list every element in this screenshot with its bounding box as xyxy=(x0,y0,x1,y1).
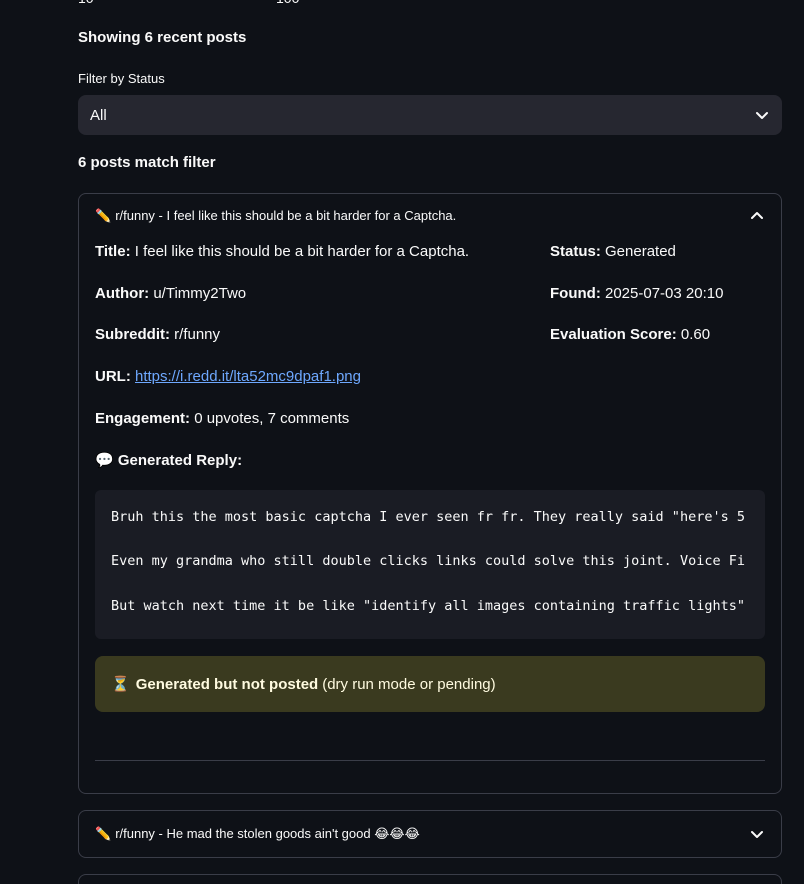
chevron-down-icon xyxy=(751,831,763,838)
post-status-value: Generated xyxy=(605,243,676,260)
alert-bold-text: Generated but not posted xyxy=(135,675,319,693)
reply-line: But watch next time it be like "identify… xyxy=(111,598,745,614)
pencil-icon: ✏️ xyxy=(95,208,112,223)
post-expander-title: ✏️ r/funny - He mad the stolen goods ain'… xyxy=(95,826,749,842)
post-expander: ✏️ r/funny - I feel like this should be a… xyxy=(78,193,782,794)
hourglass-icon: ⏳ xyxy=(111,676,130,693)
slider-min-label: 10 xyxy=(78,0,94,6)
post-engagement-label: Engagement: xyxy=(95,410,191,427)
post-header-text: r/funny - He mad the stolen goods ain't … xyxy=(115,826,420,841)
post-title-field: Title: I feel like this should be a bit … xyxy=(95,243,469,260)
app-main: 10 100 Showing 6 recent posts Filter by … xyxy=(0,0,804,884)
post-status-label: Status: xyxy=(550,243,601,260)
post-subreddit-value: r/funny xyxy=(174,326,221,343)
post-author-label: Author: xyxy=(95,285,150,302)
chevron-up-icon xyxy=(751,212,763,219)
alert-detail-text: (dry run mode or pending) xyxy=(322,675,496,693)
post-url-label: URL: xyxy=(95,368,131,385)
post-url-link[interactable]: https://i.redd.it/lta52mc9dpaf1.png xyxy=(135,368,361,385)
post-engagement-field: Engagement: 0 upvotes, 7 comments xyxy=(95,410,349,427)
post-status-field: Status: Generated xyxy=(550,243,676,260)
post-author-value: u/Timmy2Two xyxy=(153,285,247,302)
post-expander-partial[interactable] xyxy=(78,874,782,884)
post-subreddit-field: Subreddit: r/funny xyxy=(95,326,220,343)
post-expander-collapsed: ✏️ r/funny - He mad the stolen goods ain'… xyxy=(78,810,782,858)
showing-posts-text: Showing 6 recent posts xyxy=(78,29,247,46)
match-count-text: 6 posts match filter xyxy=(78,154,216,171)
divider xyxy=(95,760,765,761)
post-engagement-value: 0 upvotes, 7 comments xyxy=(194,410,350,427)
post-url-field: URL: https://i.redd.it/lta52mc9dpaf1.png xyxy=(95,368,361,385)
post-title-label: Title: xyxy=(95,243,131,260)
status-filter-value: All xyxy=(90,106,107,124)
post-eval-score-label: Evaluation Score: xyxy=(550,326,677,343)
generated-reply-code-block: Bruh this the most basic captcha I ever … xyxy=(95,490,765,639)
generated-reply-label: Generated Reply: xyxy=(117,452,243,469)
chevron-down-icon xyxy=(756,112,768,119)
post-subreddit-label: Subreddit: xyxy=(95,326,170,343)
status-filter-select[interactable]: All xyxy=(78,95,782,135)
filter-label: Filter by Status xyxy=(78,71,165,86)
post-title-value: I feel like this should be a bit harder … xyxy=(134,243,470,260)
speech-bubble-icon: 💬 xyxy=(95,452,114,469)
reply-line: Bruh this the most basic captcha I ever … xyxy=(111,509,745,525)
post-author-field: Author: u/Timmy2Two xyxy=(95,285,246,302)
post-header-text: r/funny - I feel like this should be a b… xyxy=(115,208,457,223)
reply-line: Even my grandma who still double clicks … xyxy=(111,553,745,569)
post-expander-header[interactable]: ✏️ r/funny - He mad the stolen goods ain'… xyxy=(79,811,781,857)
post-found-label: Found: xyxy=(550,285,601,302)
generated-reply-heading: 💬 Generated Reply: xyxy=(95,451,242,469)
post-found-field: Found: 2025-07-03 20:10 xyxy=(550,285,723,302)
slider-max-label: 100 xyxy=(276,0,299,6)
post-eval-score-value: 0.60 xyxy=(680,326,711,343)
post-found-value: 2025-07-03 20:10 xyxy=(604,285,724,302)
not-posted-alert: ⏳ Generated but not posted (dry run mode… xyxy=(95,656,765,712)
post-eval-score-field: Evaluation Score: 0.60 xyxy=(550,326,710,343)
post-expander-header[interactable]: ✏️ r/funny - I feel like this should be a… xyxy=(79,194,781,238)
post-expander-title: ✏️ r/funny - I feel like this should be a… xyxy=(95,208,749,224)
pencil-icon: ✏️ xyxy=(95,826,112,841)
